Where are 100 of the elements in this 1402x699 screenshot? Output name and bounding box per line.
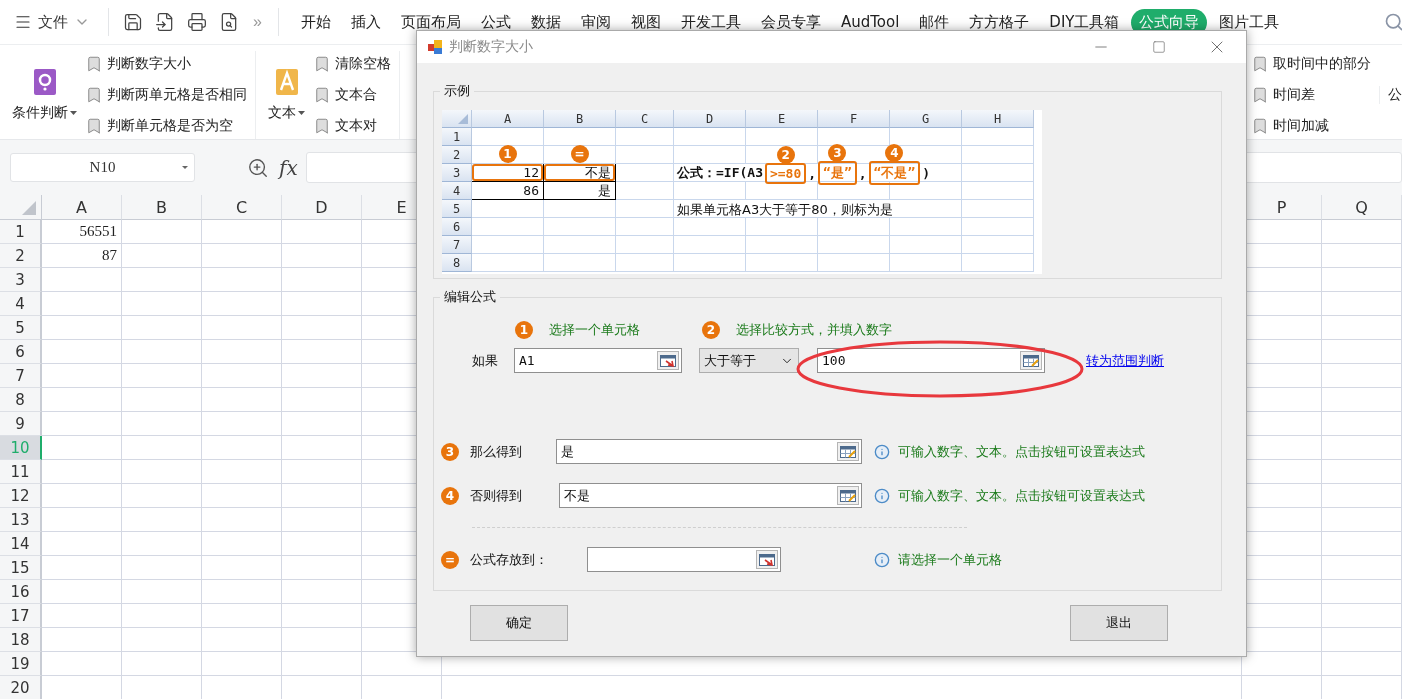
- row-header[interactable]: 17: [0, 604, 42, 628]
- operator-dropdown[interactable]: 大于等于: [699, 348, 799, 373]
- ribbon-item[interactable]: 判断两单元格是否相同: [85, 86, 247, 104]
- step-badge: 4: [885, 144, 904, 162]
- menu-tab[interactable]: 页面布局: [392, 8, 469, 36]
- menu-tab[interactable]: 方方格子: [961, 8, 1038, 36]
- picker-button[interactable]: [1020, 351, 1042, 370]
- input-field[interactable]: [587, 547, 781, 572]
- range-link[interactable]: 转为范围判断: [1086, 351, 1164, 370]
- empty-cell: [616, 182, 674, 200]
- save-icon[interactable]: [123, 12, 143, 32]
- row-header[interactable]: 14: [0, 532, 42, 556]
- row-header[interactable]: 20: [0, 676, 42, 699]
- file-search-icon[interactable]: [219, 12, 239, 32]
- empty-cell: [818, 254, 890, 272]
- row-header[interactable]: 3: [0, 268, 42, 292]
- picker-button[interactable]: [837, 442, 859, 461]
- row-header[interactable]: 8: [0, 388, 42, 412]
- empty-cell: [962, 254, 1034, 272]
- ribbon-item[interactable]: 判断单元格是否为空: [85, 117, 247, 135]
- column-header[interactable]: D: [282, 195, 362, 220]
- ribbon-button[interactable]: 文本: [264, 51, 309, 139]
- column-header[interactable]: B: [122, 195, 202, 220]
- menu-tab[interactable]: 邮件: [911, 8, 958, 36]
- menu-tab[interactable]: 公式: [472, 8, 519, 36]
- row-header[interactable]: 9: [0, 412, 42, 436]
- input-field[interactable]: A1: [514, 348, 682, 373]
- column-header[interactable]: Q: [1322, 195, 1402, 220]
- ribbon-item[interactable]: 判断数字大小: [85, 55, 247, 73]
- hint-text: 请选择一个单元格: [898, 550, 1002, 569]
- bookmark-icon: [313, 86, 331, 104]
- row-header[interactable]: 15: [0, 556, 42, 580]
- caret-icon: [70, 111, 77, 115]
- menu-tab[interactable]: 开始: [292, 8, 339, 36]
- function-label[interactable]: fx: [279, 155, 298, 180]
- input-field[interactable]: 是: [556, 439, 862, 464]
- ribbon-item[interactable]: 取时间中的部分: [1251, 55, 1371, 73]
- bookmark-icon: [85, 86, 103, 104]
- row-header[interactable]: 4: [0, 292, 42, 316]
- empty-cell: [962, 146, 1034, 164]
- empty-cell: [616, 236, 674, 254]
- row-header[interactable]: 1: [0, 220, 42, 244]
- column-header: F: [818, 110, 890, 128]
- formula-text: ): [922, 165, 931, 181]
- menu-tab[interactable]: AudTool: [832, 9, 908, 35]
- bookmark-icon: [1251, 86, 1269, 104]
- group-title: 编辑公式: [440, 288, 500, 306]
- empty-cell: [674, 236, 746, 254]
- menu-tab[interactable]: 数据: [522, 8, 569, 36]
- column-header[interactable]: C: [202, 195, 282, 220]
- hint-text: 选择比较方式，并填入数字: [736, 321, 892, 339]
- menu-tab[interactable]: 视图: [622, 8, 669, 36]
- picker-button[interactable]: [837, 486, 859, 505]
- column-header[interactable]: A: [42, 195, 122, 220]
- row-header[interactable]: 13: [0, 508, 42, 532]
- print-icon[interactable]: [187, 12, 207, 32]
- empty-cell: [674, 128, 746, 146]
- dialog-button[interactable]: 确定: [470, 605, 568, 641]
- zoom-icon[interactable]: [247, 156, 269, 179]
- menu-tab[interactable]: 开发工具: [672, 8, 749, 36]
- menu-tab[interactable]: 审阅: [572, 8, 619, 36]
- row-header[interactable]: 16: [0, 580, 42, 604]
- name-box[interactable]: N10: [10, 153, 195, 182]
- group-title: 示例: [440, 82, 474, 100]
- menu-tab[interactable]: 图片工具: [1211, 8, 1288, 36]
- ribbon-button[interactable]: 条件判断: [8, 51, 81, 139]
- input-field[interactable]: 不是: [559, 483, 862, 508]
- empty-cell: [616, 146, 674, 164]
- search-icon[interactable]: [1384, 12, 1402, 32]
- picker-button[interactable]: [756, 550, 778, 569]
- step-badge: =: [441, 550, 459, 569]
- row-header[interactable]: 19: [0, 652, 42, 676]
- table-cell: 56551: [42, 220, 122, 244]
- input-field[interactable]: 100: [817, 348, 1045, 373]
- ribbon-item[interactable]: 文本合: [313, 86, 391, 104]
- field-label: 那么得到: [470, 442, 523, 461]
- row-header[interactable]: 18: [0, 628, 42, 652]
- empty-cell: [544, 254, 616, 272]
- row-header[interactable]: 11: [0, 460, 42, 484]
- bookmark-icon: [313, 55, 331, 73]
- dialog-button[interactable]: 退出: [1070, 605, 1168, 641]
- menu-tab[interactable]: 会员专享: [752, 8, 829, 36]
- ribbon-item[interactable]: 时间差: [1251, 86, 1371, 104]
- menu-tab[interactable]: DIY工具箱: [1041, 8, 1128, 36]
- column-header: H: [962, 110, 1034, 128]
- column-header: C: [616, 110, 674, 128]
- help-book-icon: [31, 68, 58, 96]
- import-file-icon[interactable]: [155, 12, 175, 32]
- step-badge: 1: [515, 321, 533, 339]
- row-header[interactable]: 7: [0, 364, 42, 388]
- ribbon-item[interactable]: 时间加减: [1251, 117, 1371, 135]
- row-header[interactable]: 12: [0, 484, 42, 508]
- row-header[interactable]: 5: [0, 316, 42, 340]
- ribbon-item[interactable]: 清除空格: [313, 55, 391, 73]
- picker-button[interactable]: [657, 351, 679, 370]
- row-header[interactable]: 6: [0, 340, 42, 364]
- ribbon-item[interactable]: 文本对: [313, 117, 391, 135]
- row-header[interactable]: 2: [0, 244, 42, 268]
- file-menu[interactable]: 文件: [14, 12, 90, 32]
- menu-tab[interactable]: 插入: [342, 8, 389, 36]
